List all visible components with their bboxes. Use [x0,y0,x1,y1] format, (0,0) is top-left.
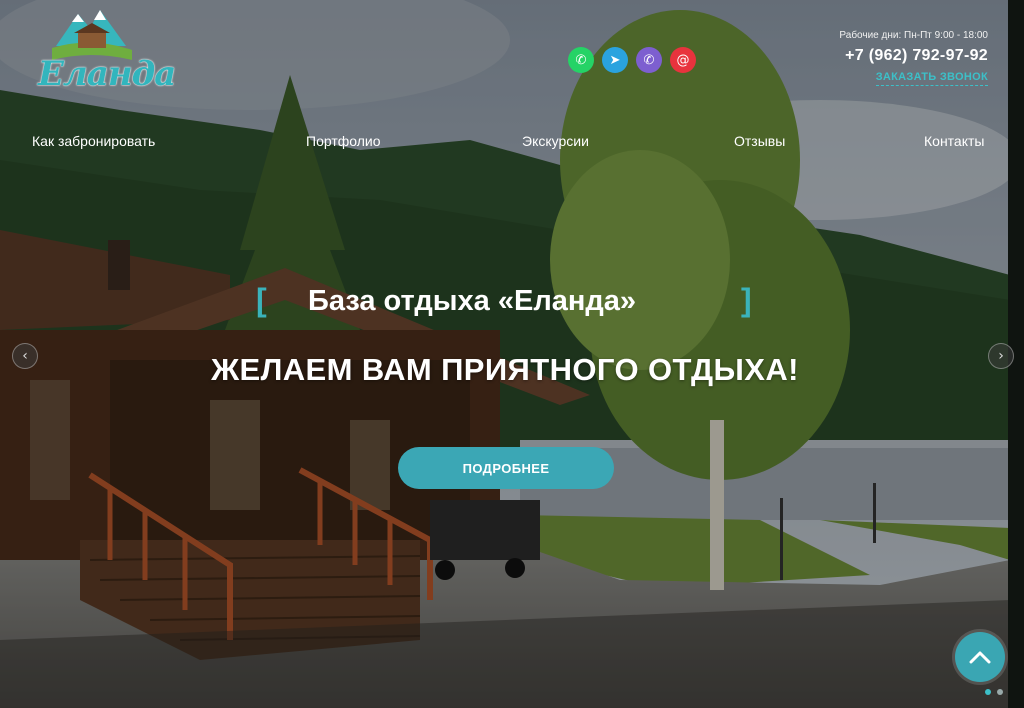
slide-subtitle: ЖЕЛАЕМ ВАМ ПРИЯТНОГО ОТДЫХА! [211,352,799,387]
more-button[interactable]: ПОДРОБНЕЕ [398,447,614,489]
slide-title-block: [ База отдыха «Еланда» ] [256,282,756,322]
slider-dot-1[interactable] [985,689,991,695]
chevron-up-icon [969,651,991,664]
viber-button[interactable]: ✆ [636,47,662,73]
site-logo[interactable]: Еланда [38,6,176,102]
nav-item-contacts[interactable]: Контакты [924,133,984,149]
title-bracket-right: ] [741,282,752,318]
nav-item-portfolio[interactable]: Портфолио [306,133,381,149]
slider-dot-2[interactable] [997,689,1003,695]
next-slide-button[interactable]: › [988,343,1014,369]
prev-slide-button[interactable]: ‹ [12,343,38,369]
at-sign-icon: @ [676,52,690,68]
phone-number[interactable]: +7 (962) 792-97-92 [839,47,988,65]
title-bracket-left: [ [256,282,267,318]
order-call-link[interactable]: ЗАКАЗАТЬ ЗВОНОК [875,71,988,86]
social-links: ✆ ➤ ✆ @ [568,47,696,73]
telegram-button[interactable]: ➤ [602,47,628,73]
slide-title: База отдыха «Еланда» [308,285,637,317]
logo-text: Еланда [38,54,176,94]
working-hours: Рабочие дни: Пн-Пт 9:00 - 18:00 [839,30,988,41]
nav-item-reviews[interactable]: Отзывы [734,133,785,149]
contact-block: Рабочие дни: Пн-Пт 9:00 - 18:00 +7 (962)… [839,30,988,86]
whatsapp-icon: ✆ [575,52,587,68]
nav-item-excursions[interactable]: Экскурсии [522,133,589,149]
viber-icon: ✆ [643,52,655,68]
nav-item-how-to-book[interactable]: Как забронировать [32,133,155,149]
email-button[interactable]: @ [670,47,696,73]
chevron-right-icon: › [998,348,1004,364]
slider-pagination [985,689,1003,695]
telegram-icon: ➤ [609,52,621,68]
chevron-left-icon: ‹ [22,348,28,364]
whatsapp-button[interactable]: ✆ [568,47,594,73]
scroll-to-top-button[interactable] [955,632,1005,682]
main-nav: Как забронировать Портфолио Экскурсии От… [0,133,1024,153]
